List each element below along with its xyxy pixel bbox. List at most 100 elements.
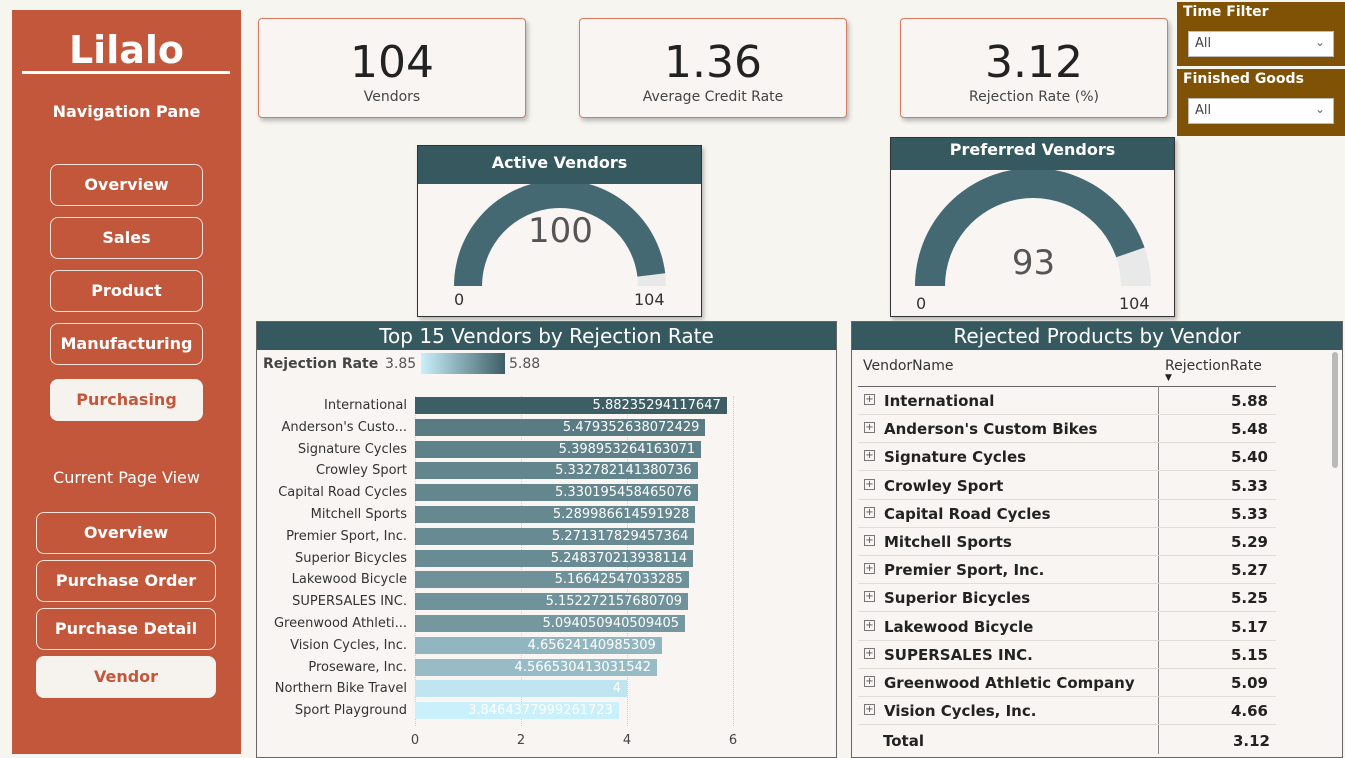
gauge-max: 104 [634, 290, 665, 309]
table-body: + International 5.88 + Anderson's Custom Bik… [852, 387, 1292, 757]
table-scrollbar[interactable] [1332, 352, 1338, 468]
expand-icon[interactable]: + [864, 478, 875, 490]
logo-divider [22, 71, 230, 74]
vendor-name-cell: Premier Sport, Inc. [884, 561, 1045, 580]
finished-goods-title: Finished Goods [1183, 71, 1304, 87]
time-filter-slicer: Time Filter All ⌄ [1177, 2, 1345, 66]
category-label: SUPERSALES INC. [292, 594, 407, 610]
expand-icon[interactable]: + [864, 676, 875, 687]
bar[interactable]: 5.332782141380736 [415, 462, 698, 480]
category-label: Mitchell Sports [310, 507, 407, 522]
bar-chart: 0 2 4 6 International 5.88235294117647 Anderso… [257, 396, 838, 758]
bar[interactable]: 4 [415, 680, 627, 698]
bar[interactable]: 5.248370213938114 [415, 549, 694, 567]
bar[interactable]: 4.65624140985309 [415, 636, 662, 654]
expand-icon[interactable]: + [864, 506, 875, 518]
bar[interactable]: 5.330195458465076 [415, 484, 698, 502]
bar[interactable]: 5.094050940509405 [415, 615, 685, 632]
page-button-purchase-detail[interactable]: Purchase Detail [36, 608, 216, 650]
vendor-name-cell: Signature Cycles [884, 448, 1027, 467]
expand-icon[interactable]: + [864, 704, 875, 716]
expand-icon[interactable]: + [864, 647, 875, 659]
table-row[interactable]: + Lakewood Bicycle 5.17 [858, 613, 1276, 641]
bar[interactable]: 5.88235294117647 [415, 397, 727, 414]
page-button-overview[interactable]: Overview [36, 512, 216, 554]
table-row[interactable]: + Signature Cycles 5.40 [858, 443, 1276, 472]
column-header-rejectionrate[interactable]: RejectionRate [1165, 358, 1262, 374]
bar[interactable]: 3.8464377999261723 [415, 702, 619, 720]
bar-value-label: 5.094050940509405 [542, 616, 679, 631]
expand-icon[interactable]: + [864, 394, 875, 405]
bar[interactable]: 5.289986614591928 [415, 506, 696, 523]
rejection-rate-cell: 5.17 [1230, 617, 1268, 636]
logo: Lilalo [68, 28, 185, 72]
kpi-value: 1.36 [664, 37, 762, 88]
table-row[interactable]: + Mitchell Sports 5.29 [858, 528, 1276, 556]
table-row[interactable]: + Premier Sport, Inc. 5.27 [858, 556, 1276, 585]
table-row[interactable]: + Crowley Sport 5.33 [858, 472, 1276, 500]
bar[interactable]: 5.16642547033285 [415, 571, 689, 589]
top-vendors-chart-panel: Top 15 Vendors by Rejection Rate Rejecti… [256, 321, 837, 758]
finished-goods-value: All [1195, 103, 1212, 118]
bar-value-label: 5.88235294117647 [592, 398, 721, 413]
x-tick-label: 0 [410, 733, 420, 748]
bar-value-label: 4 [612, 681, 621, 697]
expand-icon[interactable]: + [864, 450, 875, 462]
nav-button-overview[interactable]: Overview [50, 164, 203, 206]
rejection-rate-cell: 5.40 [1230, 448, 1268, 467]
rejection-rate-cell: 5.88 [1230, 392, 1268, 410]
vendor-name-cell: Superior Bicycles [884, 589, 1031, 608]
rejection-rate-cell: 5.25 [1230, 589, 1268, 608]
bar-value-label: 5.330195458465076 [555, 485, 692, 501]
gauge-preferred-vendors: Preferred Vendors 93 0 104 [890, 137, 1175, 317]
category-label: Proseware, Inc. [308, 659, 407, 675]
chevron-down-icon: ⌄ [1314, 35, 1325, 49]
bar-value-label: 4.566530413031542 [514, 659, 652, 675]
nav-button-product[interactable]: Product [50, 270, 203, 312]
nav-button-manufacturing[interactable]: Manufacturing [50, 323, 203, 365]
table-row[interactable]: + Superior Bicycles 5.25 [858, 584, 1276, 613]
table-row[interactable]: + Capital Road Cycles 5.33 [858, 500, 1276, 528]
current-page-view-title: Current Page View [53, 468, 200, 487]
column-header-vendorname[interactable]: VendorName [863, 358, 954, 374]
bar-value-label: 5.332782141380736 [555, 463, 692, 479]
finished-goods-dropdown[interactable]: All ⌄ [1188, 98, 1334, 124]
rejection-rate-cell: 5.15 [1230, 645, 1268, 664]
expand-icon[interactable]: + [864, 422, 875, 434]
table-row[interactable]: + Greenwood Athletic Company 5.09 [858, 669, 1276, 697]
time-filter-dropdown[interactable]: All ⌄ [1188, 31, 1334, 57]
legend-gradient [421, 353, 505, 374]
expand-icon[interactable]: + [864, 535, 875, 546]
page-button-vendor[interactable]: Vendor [36, 656, 216, 698]
chart-title: Top 15 Vendors by Rejection Rate [257, 322, 836, 350]
category-label: Premier Sport, Inc. [286, 528, 407, 544]
vendor-name-cell: Capital Road Cycles [884, 504, 1051, 523]
vendor-name-cell: SUPERSALES INC. [884, 645, 1033, 664]
bar[interactable]: 5.479352638072429 [415, 418, 706, 436]
category-label: Sport Playground [294, 703, 407, 719]
vendor-name-cell: Lakewood Bicycle [884, 617, 1034, 636]
table-row[interactable]: + Vision Cycles, Inc. 4.66 [858, 697, 1276, 726]
bar[interactable]: 5.152272157680709 [415, 593, 689, 611]
bar-value-label: 5.479352638072429 [562, 419, 700, 435]
page-button-purchase-order[interactable]: Purchase Order [36, 560, 216, 602]
x-tick-label: 6 [728, 733, 738, 748]
time-filter-value: All [1195, 36, 1212, 51]
expand-icon[interactable]: + [864, 591, 875, 603]
table-row[interactable]: + SUPERSALES INC. 5.15 [858, 641, 1276, 669]
table-row[interactable]: + Anderson's Custom Bikes 5.48 [858, 415, 1276, 444]
bar[interactable]: 5.398953264163071 [415, 440, 702, 458]
legend-max: 5.88 [509, 356, 541, 372]
sidebar: Lilalo Navigation Pane Overview Sales Pr… [12, 10, 241, 754]
nav-button-sales[interactable]: Sales [50, 217, 203, 259]
nav-button-purchasing[interactable]: Purchasing [50, 379, 203, 421]
rejection-rate-cell: 5.09 [1230, 674, 1268, 692]
bar-value-label: 5.152272157680709 [545, 594, 683, 610]
table-row[interactable]: + International 5.88 [858, 387, 1276, 415]
expand-icon[interactable]: + [864, 563, 875, 575]
expand-icon[interactable]: + [864, 619, 875, 631]
kpi-value: 3.12 [985, 37, 1083, 88]
bar[interactable]: 5.271317829457364 [415, 527, 695, 545]
bar[interactable]: 4.566530413031542 [415, 658, 658, 676]
kpi-card-rejection-rate: 3.12 Rejection Rate (%) [900, 18, 1168, 118]
